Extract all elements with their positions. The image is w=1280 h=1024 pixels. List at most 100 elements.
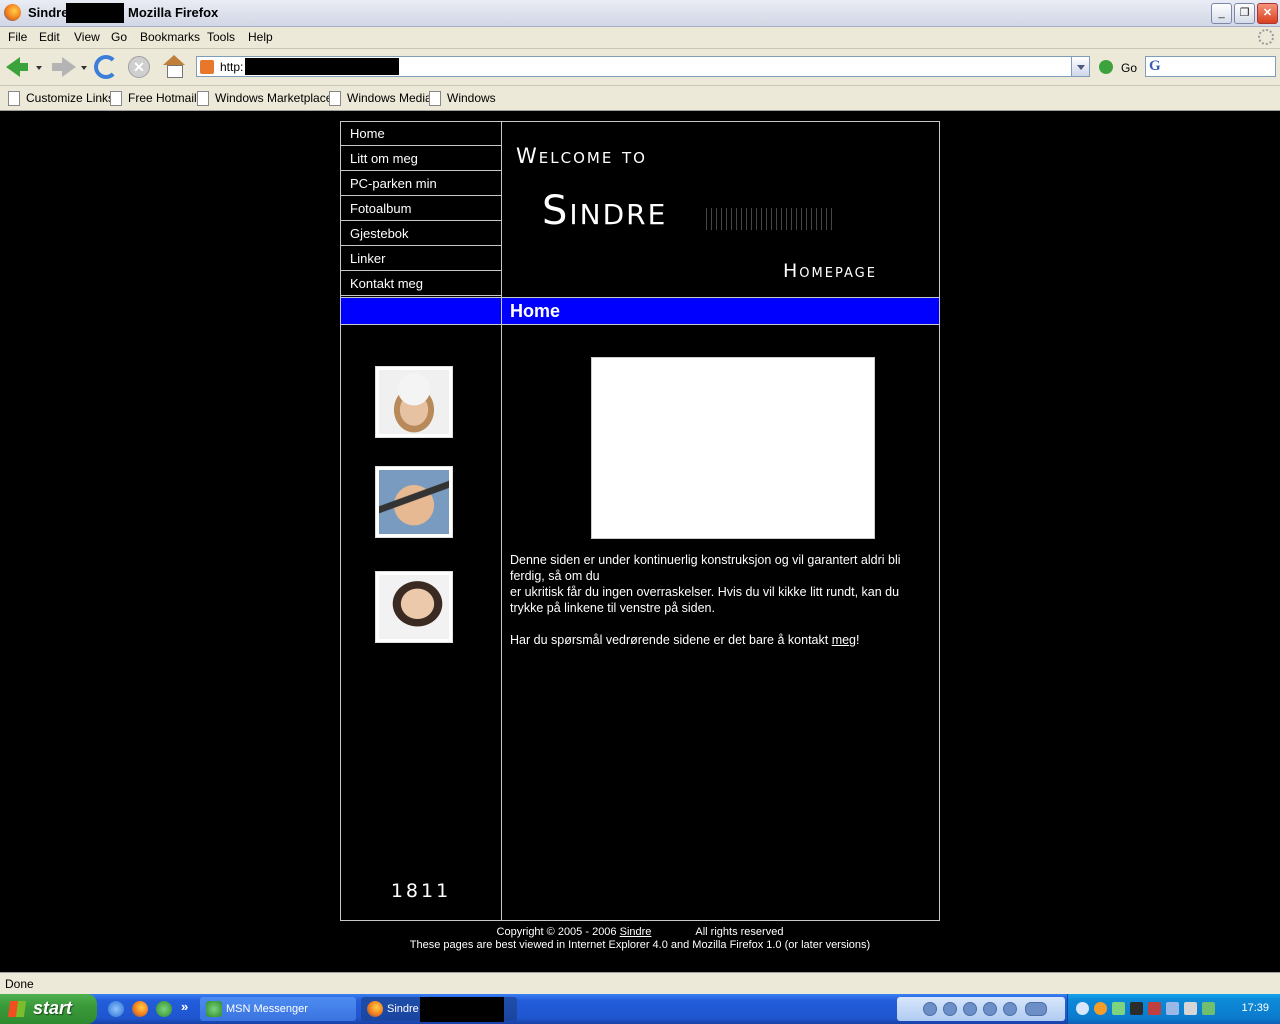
contact-link[interactable]: meg (832, 633, 856, 647)
reload-icon[interactable] (94, 55, 118, 79)
media-volume-icon[interactable] (1025, 1002, 1047, 1016)
windows-logo-icon (7, 1001, 27, 1017)
nav-link-home[interactable]: Home (341, 122, 501, 146)
visitor-counter: 1811 (390, 880, 452, 902)
menu-bookmarks[interactable]: Bookmarks (140, 30, 200, 44)
url-bar[interactable]: http: (196, 56, 1090, 77)
minimize-button[interactable]: _ (1211, 3, 1232, 24)
task-label: MSN Messenger (226, 1003, 308, 1015)
task-msn-messenger[interactable]: MSN Messenger (200, 997, 356, 1021)
tray-expand-icon[interactable] (1076, 1002, 1089, 1015)
taskbar-clock: 17:39 (1241, 1002, 1269, 1014)
bookmark-customize-links[interactable]: Customize Links (8, 91, 115, 106)
go-button[interactable]: Go (1121, 61, 1137, 75)
menu-bar: File Edit View Go Bookmarks Tools Help (0, 27, 1280, 49)
header-welcome: Welcome to (516, 144, 647, 168)
close-button[interactable]: ✕ (1257, 3, 1278, 24)
nav-link-kontakt-meg[interactable]: Kontakt meg (341, 272, 501, 296)
url-text[interactable]: http: (220, 60, 243, 74)
footer-rights: All rights reserved (695, 926, 784, 938)
main-photo-image (600, 366, 866, 530)
footer-copyright-line: Copyright © 2005 - 2006 Sindre All rights… (340, 926, 940, 939)
media-player-toolbar (897, 997, 1065, 1021)
back-dropdown-icon[interactable] (36, 66, 42, 70)
task-label: Sindre (387, 1003, 419, 1015)
media-pause-icon[interactable] (943, 1002, 957, 1016)
menu-tools[interactable]: Tools (207, 30, 235, 44)
stop-icon[interactable]: ✕ (128, 56, 150, 78)
nav-link-litt-om-meg[interactable]: Litt om meg (341, 147, 501, 171)
media-previous-icon[interactable] (983, 1002, 997, 1016)
home-icon[interactable] (162, 55, 188, 81)
page-icon (329, 91, 341, 106)
tray-msn-icon[interactable] (1112, 1002, 1125, 1015)
bookmark-free-hotmail[interactable]: Free Hotmail (110, 91, 197, 106)
menu-help[interactable]: Help (248, 30, 273, 44)
menu-edit[interactable]: Edit (39, 30, 60, 44)
redacted-surname-graphic (706, 208, 836, 230)
bookmark-label: Windows Media (347, 91, 432, 105)
bookmark-windows-media[interactable]: Windows Media (329, 91, 432, 106)
window-titlebar[interactable]: Sindre Mozilla Firefox _ ❐ ✕ (0, 0, 1280, 27)
quicklaunch-more-chevron[interactable]: » (181, 999, 188, 1014)
thumbnail-photo-3 (375, 571, 453, 643)
tray-shield-icon[interactable] (1166, 1002, 1179, 1015)
firefox-task-icon (367, 1001, 383, 1017)
search-input[interactable]: G (1145, 56, 1276, 77)
forward-dropdown-icon[interactable] (81, 66, 87, 70)
media-next-icon[interactable] (1003, 1002, 1017, 1016)
contact-paragraph: Har du spørsmål vedrørende sidene er det… (510, 632, 930, 648)
bookmark-windows-marketplace[interactable]: Windows Marketplace (197, 91, 332, 106)
media-stop-icon[interactable] (923, 1002, 937, 1016)
tray-update-icon[interactable] (1202, 1002, 1215, 1015)
url-history-dropdown-icon[interactable] (1071, 57, 1089, 76)
go-arrow-icon[interactable] (1099, 60, 1113, 74)
bookmark-windows[interactable]: Windows (429, 91, 496, 106)
nav-link-pc-parken[interactable]: PC-parken min (341, 172, 501, 196)
status-text: Done (5, 977, 34, 991)
site-container: Home Litt om meg PC-parken min Fotoalbum… (340, 121, 940, 921)
left-column: Home Litt om meg PC-parken min Fotoalbum… (341, 122, 502, 920)
intro-line-1: Denne siden er under kontinuerlig konstr… (510, 553, 901, 583)
redacted-block (420, 997, 504, 1022)
column-divider (501, 298, 502, 324)
page-icon (8, 91, 20, 106)
contact-punctuation: ! (856, 633, 860, 647)
site-footer: Copyright © 2005 - 2006 Sindre All rights… (340, 926, 940, 952)
section-title-bar: Home (341, 297, 939, 325)
footer-owner-link[interactable]: Sindre (620, 926, 652, 938)
footer-best-viewed: These pages are best viewed in Internet … (409, 939, 871, 951)
restore-button[interactable]: ❐ (1234, 3, 1255, 24)
menu-view[interactable]: View (74, 30, 100, 44)
bookmark-label: Windows (447, 91, 496, 105)
tray-monitor-icon[interactable] (1130, 1002, 1143, 1015)
contact-text: Har du spørsmål vedrørende sidene er det… (510, 633, 832, 647)
forward-arrow-icon[interactable] (50, 54, 76, 80)
header-homepage: Homepage (783, 260, 877, 282)
nav-link-fotoalbum[interactable]: Fotoalbum (341, 197, 501, 221)
firefox-quicklaunch-icon[interactable] (132, 1001, 148, 1017)
windows-taskbar: start » MSN Messenger Sindre 17:39 (0, 994, 1280, 1024)
section-title: Home (510, 301, 561, 321)
media-play-icon[interactable] (963, 1002, 977, 1016)
intro-text: Denne siden er under kontinuerlig konstr… (510, 552, 930, 648)
msn-quicklaunch-icon[interactable] (156, 1001, 172, 1017)
google-search-engine-icon[interactable]: G (1149, 58, 1161, 75)
internet-explorer-icon[interactable] (108, 1001, 124, 1017)
status-bar: Done (0, 972, 1280, 995)
bookmarks-toolbar: Customize Links Free Hotmail Windows Mar… (0, 86, 1280, 111)
tray-network-icon[interactable] (1148, 1002, 1161, 1015)
menu-go[interactable]: Go (111, 30, 127, 44)
tray-app-icon[interactable] (1094, 1002, 1107, 1015)
start-button[interactable]: start (0, 994, 97, 1024)
page-icon (197, 91, 209, 106)
menu-file[interactable]: File (8, 30, 27, 44)
nav-link-linker[interactable]: Linker (341, 247, 501, 271)
nav-link-gjestebok[interactable]: Gjestebok (341, 222, 501, 246)
back-arrow-icon[interactable] (4, 54, 30, 80)
tray-speaker-icon[interactable] (1184, 1002, 1197, 1015)
site-favicon-icon (200, 60, 214, 74)
bookmark-label: Customize Links (26, 91, 115, 105)
page-icon (110, 91, 122, 106)
msn-messenger-icon (206, 1001, 222, 1017)
